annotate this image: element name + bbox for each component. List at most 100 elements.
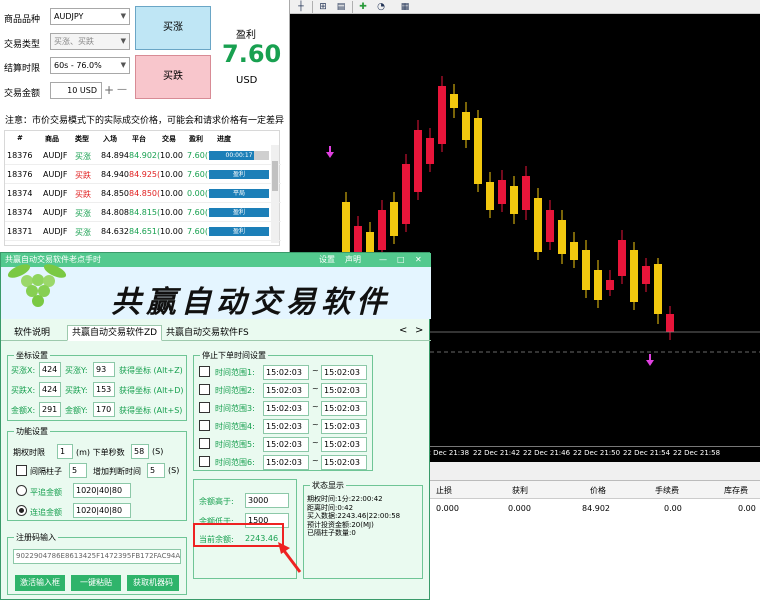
price-value: 84.902 [582,504,610,513]
status-lines: 期权时间:1分:22:00:42 距离时间:0:42 买入数据:2243.46|… [307,495,400,538]
orders-scrollbar[interactable] [271,145,279,243]
time-range-checkbox[interactable] [199,456,210,467]
template-icon[interactable]: ▦ [398,1,412,13]
chain-input[interactable]: 1020|40|80 [73,503,131,518]
delay-input[interactable]: 5 [147,463,165,478]
order-row[interactable]: 18374 AUDJF 买跌 84.850 84.850(10.00 0.00(76 平局 [5,185,281,203]
time-range-from[interactable]: 15:02:03 [263,401,309,416]
col-price[interactable]: 价格 [590,485,606,496]
col-takeprofit[interactable]: 获利 [512,485,528,496]
tab-zd[interactable]: 共赢自动交易软件ZD [67,325,163,341]
about-menu[interactable]: 声明 [345,253,361,267]
settings-menu[interactable]: 设置 [319,253,335,267]
time-range-to[interactable]: 15:02:03 [321,437,367,452]
settle-select[interactable]: 60s - 76.0% ▼ [50,57,130,74]
zoom-icon[interactable]: ▤ [334,1,348,13]
buy-x-input[interactable]: 424 [39,362,61,377]
commission-value: 0.00 [664,504,682,513]
time-range-checkbox[interactable] [199,402,210,413]
orders-table: # 商品 类型 入场 平台 交易 盈利 进度 18376 AUDJF 买涨 84.89… [4,130,281,246]
time-range-to[interactable]: 15:02:03 [321,401,367,416]
time-range-from[interactable]: 15:02:03 [263,437,309,452]
order-row[interactable]: 18374 AUDJF 买涨 84.808 84.815(10.00 7.60(76 盈利 [5,204,281,222]
interval-input[interactable]: 5 [69,463,87,478]
col-stoploss[interactable]: 止损 [436,485,452,496]
time-range-checkbox[interactable] [199,384,210,395]
time-range-from[interactable]: 15:02:03 [263,455,309,470]
crosshair-icon[interactable]: ┼ [294,1,308,13]
col-swap[interactable]: 库存费 [724,485,748,496]
activate-input-button[interactable]: 激活输入框 [15,575,65,591]
registration-code-input[interactable]: 9022904786E8613425F1472395FB172FAC94A [13,549,181,564]
order-type: 买涨 [75,209,91,218]
tab-fs[interactable]: 共赢自动交易软件FS [161,325,254,341]
candle-body [426,138,434,164]
chain-radio[interactable] [16,505,27,516]
maximize-icon[interactable]: □ [397,253,405,267]
order-progress-bar: 盈利 [209,170,269,179]
add-indicator-icon[interactable]: ✚ [356,1,370,13]
order-row[interactable]: 18376 AUDJF 买涨 84.894 84.902(10.00 7.60(76 00:… [5,147,281,165]
order-platform: 84.902( [129,151,161,160]
scroll-thumb[interactable] [272,161,278,191]
buy-get-coords[interactable]: 获得坐标 (Alt+Z) [119,365,183,376]
amt-y-input[interactable]: 170 [93,402,115,417]
candle-body [606,280,614,290]
time-range-label: 时间范围2: [215,386,255,395]
time-range-to[interactable]: 15:02:03 [321,383,367,398]
chart-type-icon[interactable]: ⊞ [316,1,330,13]
period-input[interactable]: 1 [57,444,73,459]
time-range-from[interactable]: 15:02:03 [263,419,309,434]
minus-icon[interactable]: — [117,84,127,95]
buy-down-button[interactable]: 买跌 [135,55,211,99]
order-row[interactable]: 18371 AUDJF 买涨 84.632 84.651(10.00 7.60(76 盈利 [5,223,281,241]
order-entry: 84.632 [101,227,129,236]
time-range-checkbox[interactable] [199,366,210,377]
col-platform: 平台 [132,135,146,143]
product-select[interactable]: AUDJPY ▼ [50,8,130,25]
tab-prev-icon[interactable]: < [399,325,407,336]
col-profit: 盈利 [189,135,203,143]
order-progress-label: 盈利 [232,171,245,178]
interval-checkbox[interactable] [16,465,27,476]
amt-get-coords[interactable]: 获得坐标 (Alt+S) [119,405,182,416]
minimize-icon[interactable]: — [379,253,387,267]
balance-high-input[interactable]: 3000 [245,493,289,508]
time-range-label: 时间范围3: [215,404,255,413]
machine-code-button[interactable]: 获取机器码 [127,575,179,591]
candle-body [390,202,398,236]
buy-up-button[interactable]: 买涨 [135,6,211,50]
time-range-label: 时间范围4: [215,422,255,431]
flat-radio[interactable] [16,485,27,496]
col-commission[interactable]: 手续费 [655,485,679,496]
buy-y-input[interactable]: 93 [93,362,115,377]
time-range-to[interactable]: 15:02:03 [321,419,367,434]
sell-get-coords[interactable]: 获得坐标 (Alt+D) [119,385,183,396]
candle-body [462,112,470,140]
time-range-checkbox[interactable] [199,420,210,431]
order-trade: 10.00 [160,189,183,198]
paste-button[interactable]: 一键粘贴 [71,575,121,591]
chevron-down-icon: ▼ [120,12,126,20]
close-icon[interactable]: ✕ [415,253,422,267]
tab-next-icon[interactable]: > [415,325,423,336]
clock-icon[interactable]: ◔ [374,1,388,13]
time-range-from[interactable]: 15:02:03 [263,365,309,380]
sell-x-input[interactable]: 424 [39,382,61,397]
time-range-from[interactable]: 15:02:03 [263,383,309,398]
order-row[interactable]: 18376 AUDJF 买跌 84.940 84.925(10.00 7.60(76 盈利 [5,166,281,184]
order-id: 18371 [7,227,33,236]
time-range-to[interactable]: 15:02:03 [321,365,367,380]
time-range-checkbox[interactable] [199,438,210,449]
sell-y-input[interactable]: 153 [93,382,115,397]
plus-icon[interactable]: + [104,83,114,97]
seconds-input[interactable]: 58 [131,444,149,459]
trade-type-select[interactable]: 买涨、买跌 ▼ [50,33,130,50]
status-line: 已隔柱子数量:0 [307,529,356,537]
amount-input[interactable]: 10 USD [50,82,102,99]
time-range-sep: ~ [312,402,319,411]
time-range-to[interactable]: 15:02:03 [321,455,367,470]
flat-input[interactable]: 1020|40|80 [73,483,131,498]
tab-readme[interactable]: 软件说明 [9,325,55,341]
amt-x-input[interactable]: 291 [39,402,61,417]
